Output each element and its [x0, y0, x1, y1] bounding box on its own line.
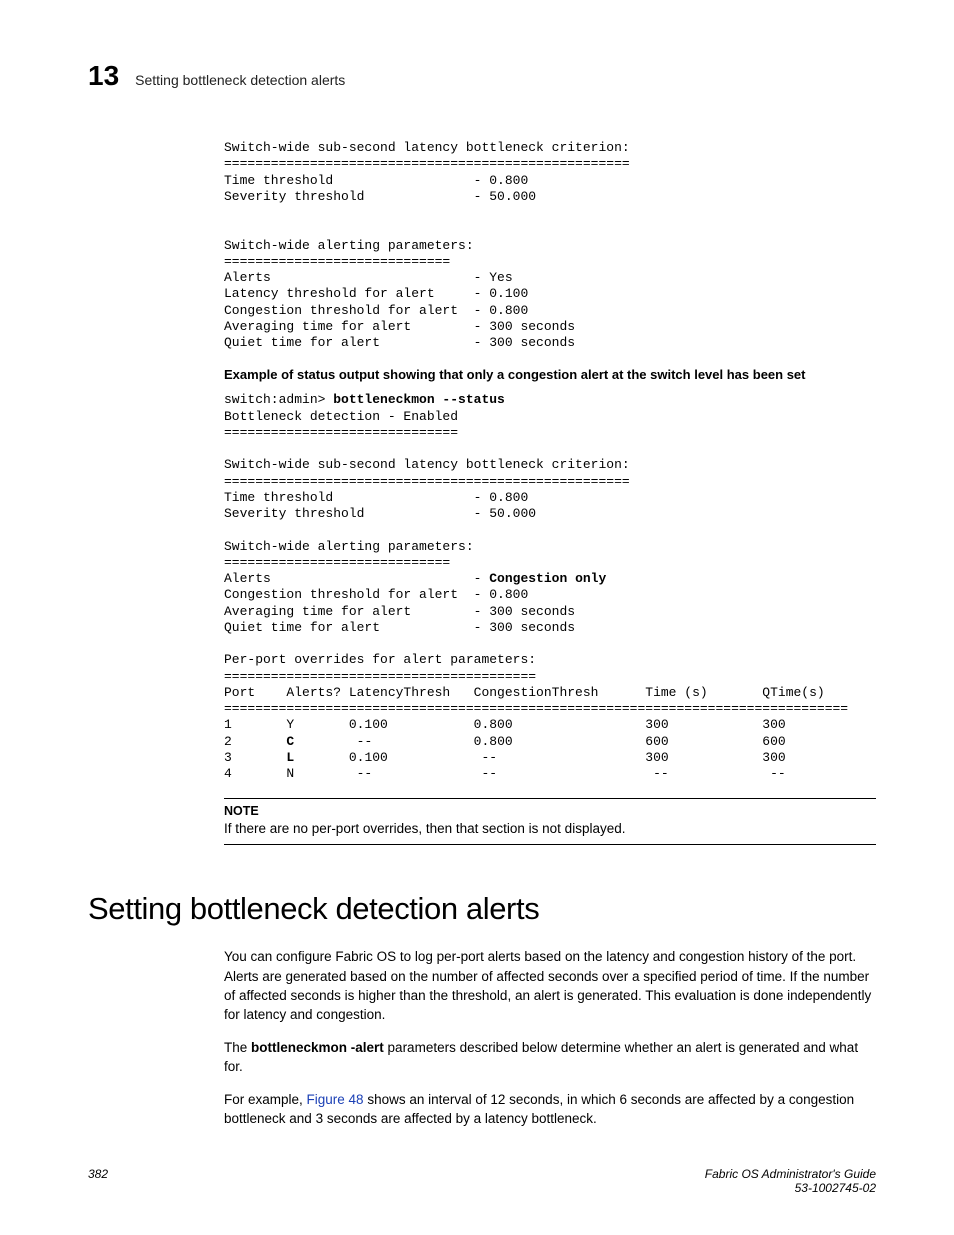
- page: 13 Setting bottleneck detection alerts S…: [0, 0, 954, 1235]
- line: =============================: [224, 254, 450, 269]
- paragraph: You can configure Fabric OS to log per-p…: [224, 947, 876, 1024]
- line: Quiet time for alert - 300 seconds: [224, 620, 575, 635]
- table-row-suffix: -- 0.800 600 600: [294, 734, 785, 749]
- cli-output-2: switch:admin> bottleneckmon --status Bot…: [224, 392, 876, 782]
- cli-output-1: Switch-wide sub-second latency bottlenec…: [224, 140, 876, 351]
- line: Alerts -: [224, 571, 489, 586]
- paragraph: The bottleneckmon -alert parameters desc…: [224, 1038, 876, 1076]
- line: Switch-wide alerting parameters:: [224, 539, 474, 554]
- table-row: 1 Y 0.100 0.800 300 300: [224, 717, 786, 732]
- note-block: NOTE If there are no per-port overrides,…: [224, 798, 876, 845]
- line: ========================================…: [224, 156, 630, 171]
- footer-right: Fabric OS Administrator's Guide 53-10027…: [705, 1167, 876, 1195]
- command-name: bottleneckmon -alert: [251, 1040, 384, 1055]
- prompt: switch:admin>: [224, 392, 333, 407]
- content-block-1: Switch-wide sub-second latency bottlenec…: [224, 140, 876, 845]
- section-heading: Setting bottleneck detection alerts: [88, 891, 876, 927]
- alerts-value: Congestion only: [489, 571, 606, 586]
- content-block-2: You can configure Fabric OS to log per-p…: [224, 947, 876, 1128]
- page-header: 13 Setting bottleneck detection alerts: [88, 60, 876, 92]
- note-label: NOTE: [224, 803, 876, 820]
- note-text: If there are no per-port overrides, then…: [224, 820, 876, 838]
- line: Switch-wide sub-second latency bottlenec…: [224, 140, 630, 155]
- running-title: Setting bottleneck detection alerts: [135, 72, 345, 88]
- line: ==============================: [224, 425, 458, 440]
- line: ========================================…: [224, 701, 848, 716]
- line: Severity threshold - 50.000: [224, 189, 536, 204]
- doc-id: 53-1002745-02: [705, 1181, 876, 1195]
- line: ========================================…: [224, 474, 630, 489]
- line: Quiet time for alert - 300 seconds: [224, 335, 575, 350]
- figure-reference-link[interactable]: Figure 48: [307, 1092, 364, 1107]
- line: =============================: [224, 555, 450, 570]
- text: The: [224, 1040, 251, 1055]
- page-footer: 382 Fabric OS Administrator's Guide 53-1…: [88, 1167, 876, 1195]
- page-number: 382: [88, 1167, 108, 1195]
- line: Bottleneck detection - Enabled: [224, 409, 458, 424]
- table-row-prefix: 3: [224, 750, 286, 765]
- chapter-number: 13: [88, 60, 119, 92]
- paragraph: For example, Figure 48 shows an interval…: [224, 1090, 876, 1128]
- line: Congestion threshold for alert - 0.800: [224, 303, 528, 318]
- example-caption: Example of status output showing that on…: [224, 367, 876, 382]
- line: Switch-wide sub-second latency bottlenec…: [224, 457, 630, 472]
- line: Alerts - Yes: [224, 270, 513, 285]
- guide-title: Fabric OS Administrator's Guide: [705, 1167, 876, 1181]
- line: Switch-wide alerting parameters:: [224, 238, 474, 253]
- line: Severity threshold - 50.000: [224, 506, 536, 521]
- text: For example,: [224, 1092, 307, 1107]
- table-row-suffix: 0.100 -- 300 300: [294, 750, 785, 765]
- line: Averaging time for alert - 300 seconds: [224, 604, 575, 619]
- line: Congestion threshold for alert - 0.800: [224, 587, 528, 602]
- table-row-prefix: 2: [224, 734, 286, 749]
- line: Averaging time for alert - 300 seconds: [224, 319, 575, 334]
- table-header: Port Alerts? LatencyThresh CongestionThr…: [224, 685, 825, 700]
- table-row: 4 N -- -- -- --: [224, 766, 786, 781]
- command: bottleneckmon --status: [333, 392, 505, 407]
- line: Time threshold - 0.800: [224, 490, 528, 505]
- line: Time threshold - 0.800: [224, 173, 528, 188]
- line: Latency threshold for alert - 0.100: [224, 286, 528, 301]
- line: ========================================: [224, 669, 536, 684]
- line: Per-port overrides for alert parameters:: [224, 652, 536, 667]
